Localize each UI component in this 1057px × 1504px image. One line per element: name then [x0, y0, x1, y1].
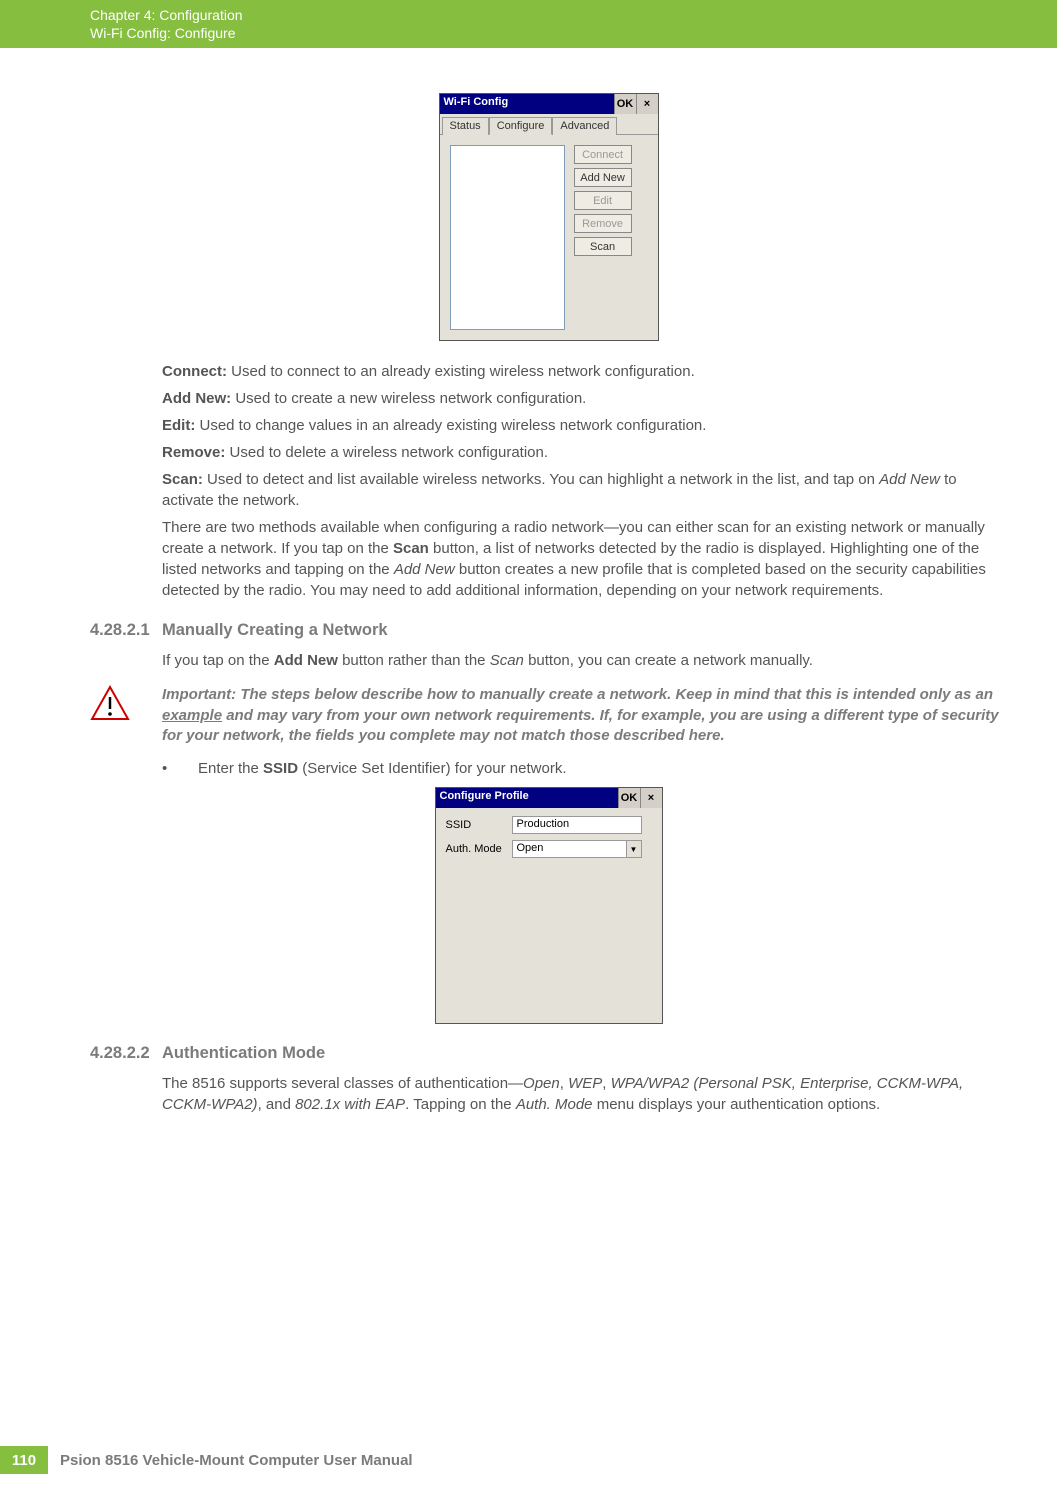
- scan-button[interactable]: Scan: [574, 237, 632, 256]
- window-titlebar-2: Configure Profile OK ×: [436, 788, 662, 808]
- def-scan-label: Scan:: [162, 471, 203, 488]
- authmode-value: Open: [512, 840, 626, 858]
- tabs: Status Configure Advanced: [440, 114, 658, 135]
- important-t1: The steps below describe how to manually…: [236, 686, 993, 703]
- window-titlebar: Wi-Fi Config OK ×: [440, 94, 658, 114]
- connect-button[interactable]: Connect: [574, 145, 632, 164]
- def-edit-label: Edit:: [162, 417, 195, 434]
- important-underline: example: [162, 707, 222, 724]
- warning-icon: [90, 685, 162, 746]
- ok-button-2[interactable]: OK: [618, 788, 640, 808]
- button-definitions: Connect: Used to connect to an already e…: [162, 361, 1007, 511]
- close-button[interactable]: ×: [636, 94, 658, 114]
- def-scan-italic: Add New: [879, 471, 940, 488]
- section-title: Wi-Fi Config: Configure: [90, 24, 1057, 42]
- important-note: Important: The steps below describe how …: [90, 685, 1007, 746]
- def-scan-text1: Used to detect and list available wirele…: [203, 471, 879, 488]
- remove-button[interactable]: Remove: [574, 214, 632, 233]
- bullet-marker: •: [162, 760, 198, 777]
- important-t2: and may vary from your own network requi…: [162, 707, 999, 744]
- def-connect-label: Connect:: [162, 363, 227, 380]
- figure-configure-profile: Configure Profile OK × SSID Production A…: [90, 787, 1007, 1024]
- bullet-ssid: • Enter the SSID (Service Set Identifier…: [162, 760, 1007, 777]
- methods-paragraph: There are two methods available when con…: [162, 517, 1007, 601]
- network-list[interactable]: [450, 145, 565, 330]
- ssid-label: SSID: [446, 819, 512, 831]
- edit-button[interactable]: Edit: [574, 191, 632, 210]
- section-heading-manual: 4.28.2.1 Manually Creating a Network: [90, 621, 1007, 640]
- addnew-button[interactable]: Add New: [574, 168, 632, 187]
- ok-button[interactable]: OK: [614, 94, 636, 114]
- page-footer: 110 Psion 8516 Vehicle-Mount Computer Us…: [0, 1446, 1057, 1474]
- def-addnew-text: Used to create a new wireless network co…: [231, 390, 586, 407]
- important-label: Important:: [162, 686, 236, 703]
- section-number-2: 4.28.2.2: [90, 1044, 162, 1063]
- section-title-text: Manually Creating a Network: [162, 621, 388, 640]
- page-header: Chapter 4: Configuration Wi-Fi Config: C…: [0, 0, 1057, 48]
- page-number: 110: [0, 1446, 48, 1474]
- window-title: Wi-Fi Config: [440, 94, 614, 114]
- ssid-input[interactable]: Production: [512, 816, 642, 834]
- figure-wifi-config: Wi-Fi Config OK × Status Configure Advan…: [90, 93, 1007, 341]
- chevron-down-icon[interactable]: ▼: [626, 840, 642, 858]
- def-remove-label: Remove:: [162, 444, 225, 461]
- section-number: 4.28.2.1: [90, 621, 162, 640]
- tab-configure[interactable]: Configure: [489, 117, 553, 135]
- authmode-dropdown[interactable]: Open ▼: [512, 840, 642, 858]
- section-heading-auth: 4.28.2.2 Authentication Mode: [90, 1044, 1007, 1063]
- def-connect-text: Used to connect to an already existing w…: [227, 363, 695, 380]
- tab-advanced[interactable]: Advanced: [552, 117, 617, 135]
- manual-title: Psion 8516 Vehicle-Mount Computer User M…: [60, 1452, 413, 1469]
- authmode-label: Auth. Mode: [446, 843, 512, 855]
- def-remove-text: Used to delete a wireless network config…: [225, 444, 548, 461]
- def-edit-text: Used to change values in an already exis…: [195, 417, 706, 434]
- close-button-2[interactable]: ×: [640, 788, 662, 808]
- def-addnew-label: Add New:: [162, 390, 231, 407]
- tab-status[interactable]: Status: [442, 117, 489, 135]
- section-title-text-2: Authentication Mode: [162, 1044, 325, 1063]
- manual-intro: If you tap on the Add New button rather …: [162, 650, 1007, 671]
- chapter-title: Chapter 4: Configuration: [90, 6, 1057, 24]
- auth-paragraph: The 8516 supports several classes of aut…: [162, 1073, 1007, 1115]
- window-title-2: Configure Profile: [436, 788, 618, 808]
